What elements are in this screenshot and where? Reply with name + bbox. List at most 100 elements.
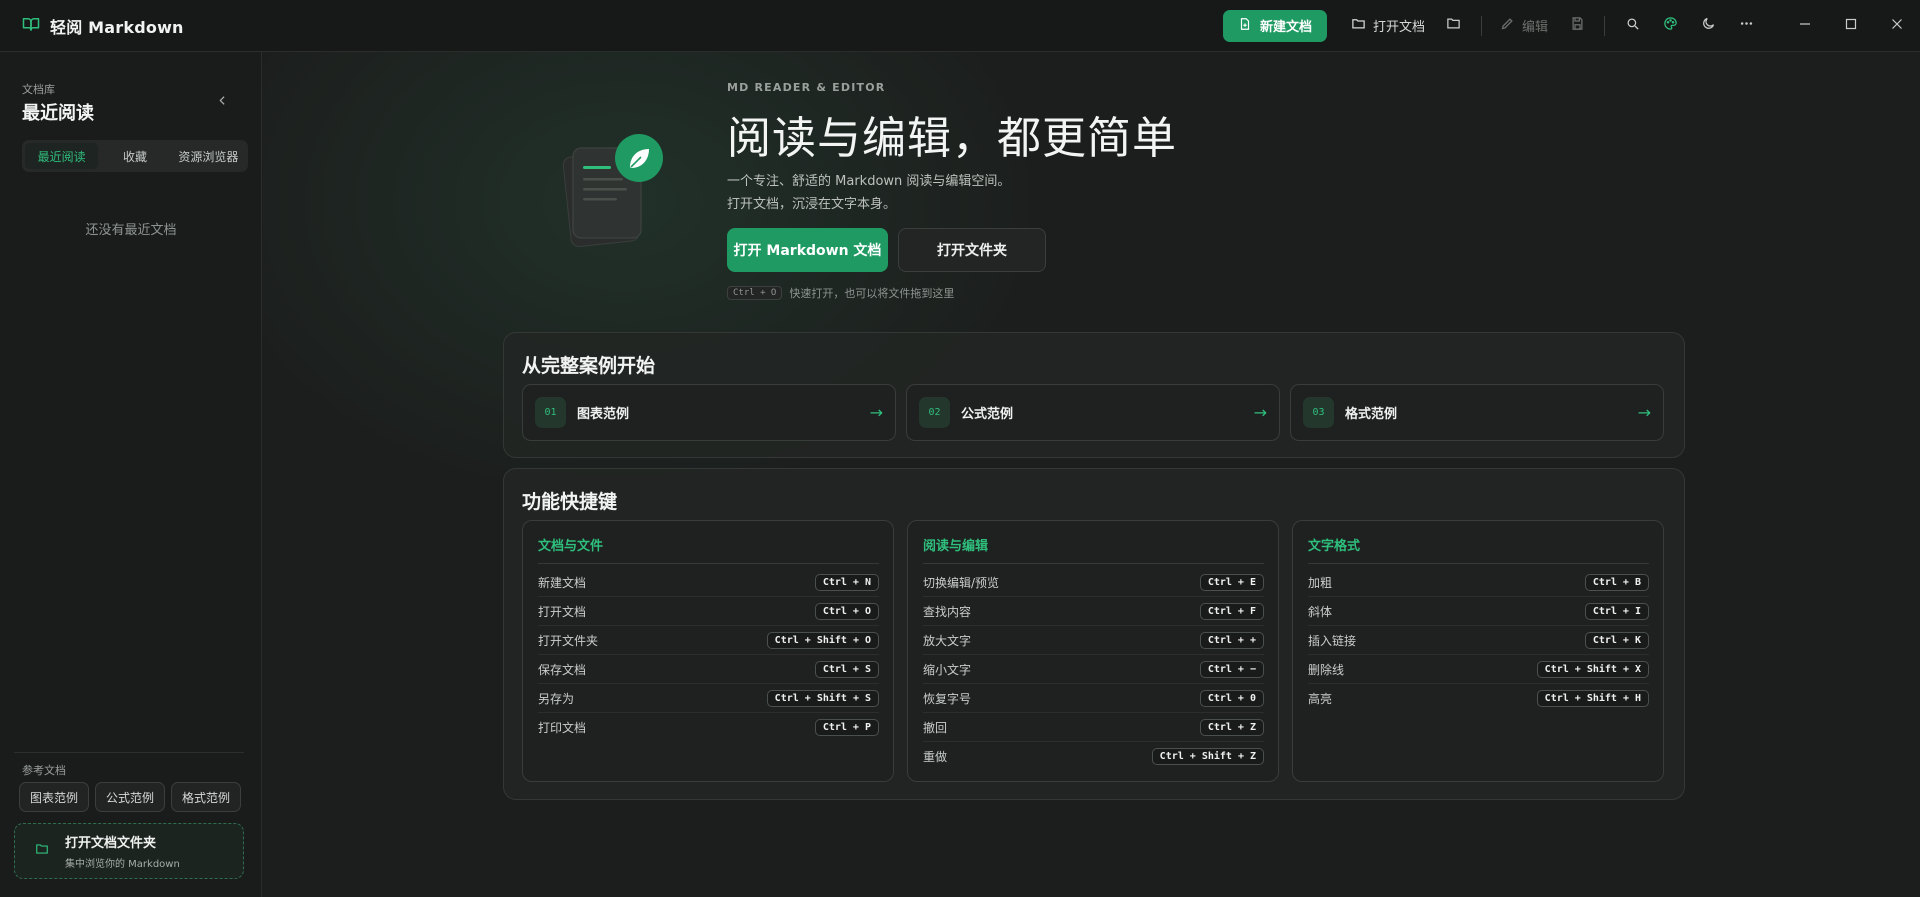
formula-example-button[interactable]: 公式范例 <box>95 782 165 812</box>
arrow-right-icon: → <box>1637 403 1651 422</box>
reference-caption: 参考文档 <box>22 764 66 777</box>
save-icon <box>1570 16 1585 35</box>
hero-description-line: 一个专注、舒适的 Markdown 阅读与编辑空间。 <box>727 174 1011 189</box>
shortcut-row: 新建文档 Ctrl + N <box>538 568 879 597</box>
shortcut-key: Ctrl + Shift + Z <box>1151 748 1264 765</box>
open-docs-folder-subtitle: 集中浏览你的 Markdown <box>65 859 180 870</box>
example-card-charts[interactable]: 01 图表范例 → <box>522 384 896 441</box>
shortcut-group-files: 文档与文件 新建文档 Ctrl + N 打开文档 Ctrl + O 打开文件夹 Ctr… <box>522 520 894 782</box>
tab-explorer[interactable]: 资源浏览器 <box>172 143 245 169</box>
shortcut-group-reading: 阅读与编辑 切换编辑/预览 Ctrl + E 查找内容 Ctrl + F 放大文字 C… <box>907 520 1279 782</box>
shortcut-group-title: 文字格式 <box>1308 535 1649 564</box>
close-button[interactable] <box>1874 0 1920 52</box>
shortcut-name: 保存文档 <box>538 662 587 677</box>
title-bar: 轻阅 Markdown 新建文档 打开文档 编辑 <box>0 0 1920 52</box>
open-document-button[interactable]: 打开文档 <box>1341 10 1435 42</box>
save-button[interactable] <box>1558 10 1596 42</box>
examples-panel: 从完整案例开始 01 图表范例 → 02 公式范例 → 03 格式范例 → <box>503 332 1685 458</box>
example-number: 02 <box>919 397 950 428</box>
more-horizontal-icon <box>1739 16 1754 35</box>
shortcut-name: 查找内容 <box>923 604 972 619</box>
chart-example-button[interactable]: 图表范例 <box>19 782 89 812</box>
shortcut-key: Ctrl + P <box>814 719 879 736</box>
maximize-button[interactable] <box>1828 0 1874 52</box>
hero-description-line: 打开文档，沉浸在文字本身。 <box>727 197 897 212</box>
shortcut-key: Ctrl + I <box>1584 602 1649 620</box>
open-docs-folder-text: 打开文档文件夹 集中浏览你的 Markdown <box>65 832 180 870</box>
shortcut-name: 新建文档 <box>538 575 587 590</box>
open-markdown-button[interactable]: 打开 Markdown 文档 <box>727 228 888 272</box>
maximize-icon <box>1845 18 1857 34</box>
shortcut-name: 另存为 <box>538 691 575 706</box>
shortcut-row: 缩小文字 Ctrl + − <box>923 655 1264 684</box>
shortcut-name: 插入链接 <box>1308 633 1357 648</box>
shortcut-name: 放大文字 <box>923 633 972 648</box>
sidebar: 文档库 最近阅读 最近阅读 收藏 资源浏览器 还没有最近文档 参考文档 图表范例… <box>0 52 262 897</box>
shortcut-key: Ctrl + Shift + S <box>766 689 879 707</box>
shortcut-name: 撤回 <box>923 720 948 735</box>
shortcuts-title: 功能快捷键 <box>522 491 618 513</box>
minimize-button[interactable] <box>1782 0 1828 52</box>
edit-button[interactable]: 编辑 <box>1490 10 1558 42</box>
arrow-right-icon: → <box>1253 403 1267 422</box>
shortcut-row: 查找内容 Ctrl + F <box>923 597 1264 626</box>
example-card-formatting[interactable]: 03 格式范例 → <box>1290 384 1664 441</box>
shortcut-key: Ctrl + F <box>1199 602 1264 620</box>
shortcut-name: 缩小文字 <box>923 662 972 677</box>
shortcut-key: Ctrl + Z <box>1199 718 1264 736</box>
toolbar: 新建文档 打开文档 编辑 <box>1222 0 1920 52</box>
shortcut-name: 打印文档 <box>538 721 587 735</box>
search-button[interactable] <box>1613 10 1651 42</box>
edit-label: 编辑 <box>1521 20 1548 35</box>
open-docs-folder-title: 打开文档文件夹 <box>65 836 157 851</box>
hero-eyebrow: MD READER & EDITOR <box>727 81 886 94</box>
book-open-icon <box>22 15 40 37</box>
example-number: 01 <box>535 397 566 428</box>
shortcut-row: 斜体 Ctrl + I <box>1308 597 1649 626</box>
file-plus-icon <box>1238 17 1252 35</box>
format-example-button[interactable]: 格式范例 <box>171 782 241 812</box>
shortcut-name: 高亮 <box>1308 692 1333 706</box>
toolbar-divider <box>1480 15 1482 36</box>
shortcut-name: 切换编辑/预览 <box>923 575 1000 590</box>
hero-description: 一个专注、舒适的 Markdown 阅读与编辑空间。 打开文档，沉浸在文字本身。 <box>727 170 1010 216</box>
example-card-formulas[interactable]: 02 公式范例 → <box>906 384 1280 441</box>
minimize-icon <box>1799 18 1811 34</box>
open-docs-folder-button[interactable]: 打开文档文件夹 集中浏览你的 Markdown <box>14 823 244 879</box>
sidebar-divider <box>14 752 244 753</box>
example-number: 03 <box>1303 397 1334 428</box>
theme-palette-button[interactable] <box>1651 10 1689 42</box>
shortcut-name: 打开文档 <box>538 604 587 619</box>
shortcut-key: Ctrl + Shift + X <box>1536 660 1649 678</box>
more-button[interactable] <box>1727 10 1765 42</box>
dark-mode-button[interactable] <box>1689 10 1727 42</box>
tab-favorites[interactable]: 收藏 <box>98 143 171 169</box>
folder-icon <box>35 842 49 860</box>
collapse-sidebar-button[interactable] <box>212 92 232 112</box>
tab-recent[interactable]: 最近阅读 <box>25 143 99 169</box>
folder-open-icon <box>1351 16 1366 35</box>
open-folder-hero-button[interactable]: 打开文件夹 <box>898 228 1046 272</box>
shortcut-row: 打开文档 Ctrl + O <box>538 597 879 626</box>
shortcut-row: 切换编辑/预览 Ctrl + E <box>923 568 1264 597</box>
shortcut-key: Ctrl + E <box>1199 573 1264 591</box>
quick-open-hint: Ctrl + O 快速打开，也可以将文件拖到这里 <box>727 285 954 301</box>
new-document-button[interactable]: 新建文档 <box>1222 9 1327 42</box>
quick-open-key: Ctrl + O <box>727 286 783 300</box>
sidebar-caption: 文档库 <box>22 83 55 96</box>
shortcut-key: Ctrl + − <box>1199 660 1264 678</box>
shortcut-name: 删除线 <box>1308 662 1345 677</box>
shortcuts-panel: 功能快捷键 文档与文件 新建文档 Ctrl + N 打开文档 Ctrl + O 打开… <box>503 468 1685 800</box>
pencil-icon <box>1500 16 1515 35</box>
reference-buttons: 图表范例 公式范例 格式范例 <box>19 782 241 812</box>
app-brand: 轻阅 Markdown <box>0 14 184 38</box>
shortcut-key: Ctrl + Shift + O <box>766 631 879 649</box>
shortcut-row: 高亮 Ctrl + Shift + H <box>1308 684 1649 713</box>
example-label: 公式范例 <box>961 407 1014 422</box>
examples-title: 从完整案例开始 <box>522 355 656 377</box>
shortcut-name: 斜体 <box>1308 604 1333 619</box>
example-label: 图表范例 <box>577 407 630 422</box>
open-folder-button[interactable] <box>1435 10 1473 42</box>
shortcut-row: 另存为 Ctrl + Shift + S <box>538 684 879 713</box>
